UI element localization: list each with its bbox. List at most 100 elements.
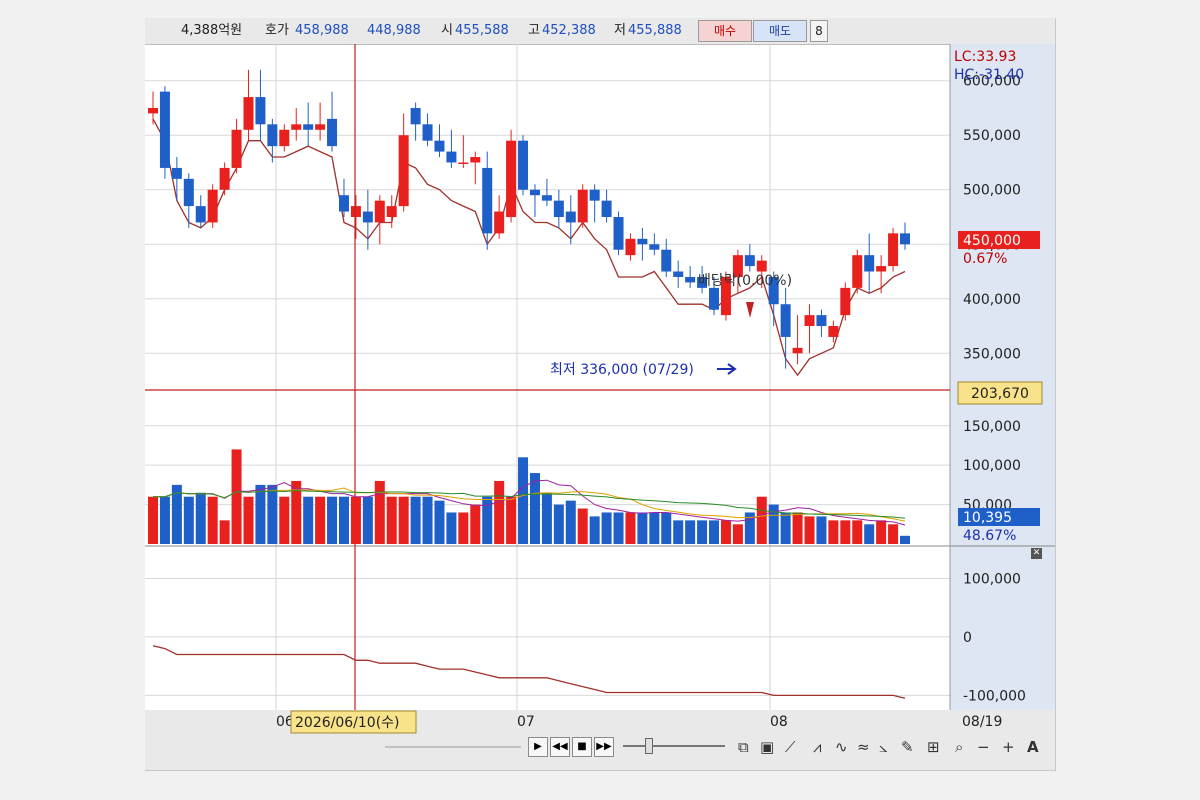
- indicator-tick-label: 100,000: [963, 571, 1021, 587]
- draw-line-icon[interactable]: ⟋: [785, 738, 796, 756]
- candle-body: [195, 206, 206, 223]
- fast-forward-button[interactable]: ▶▶: [594, 737, 614, 757]
- window-icon[interactable]: ▣: [760, 738, 774, 756]
- zoom-in-button[interactable]: +: [1002, 738, 1015, 756]
- indicator-line: [152, 645, 906, 699]
- candle-body: [744, 255, 755, 267]
- volume-bar: [780, 512, 791, 544]
- candle-body: [159, 91, 170, 168]
- volume-bar: [649, 512, 660, 544]
- candle-body: [398, 135, 409, 207]
- candle-body: [541, 195, 552, 201]
- candle-body: [828, 326, 839, 337]
- candle-body: [900, 233, 910, 245]
- pane-close-icon[interactable]: ✕: [1031, 548, 1042, 559]
- candle-body: [649, 244, 660, 250]
- candle-body: [362, 211, 373, 223]
- chart-icon[interactable]: ⊞: [927, 738, 940, 756]
- hc-label: HC:-31.40: [954, 67, 1024, 83]
- candle-body: [529, 189, 540, 196]
- stop-button[interactable]: ■: [572, 737, 592, 757]
- wave-icon[interactable]: ∿: [835, 738, 848, 756]
- volume-bar: [243, 496, 254, 544]
- chart-canvas: 600,000550,000500,000450,000400,000350,0…: [145, 44, 1055, 748]
- candle-body: [183, 178, 194, 207]
- candle-body: [374, 200, 385, 223]
- candle-body: [518, 140, 529, 190]
- volume-bar: [207, 496, 218, 544]
- candle-body: [219, 167, 230, 190]
- candle-body: [625, 238, 636, 256]
- layout-icon[interactable]: ⧉: [738, 738, 749, 756]
- wave2-icon[interactable]: ≈: [857, 738, 870, 756]
- volume-bar: [709, 520, 720, 544]
- candle-body: [279, 129, 290, 147]
- candle-body: [338, 195, 349, 212]
- volume-bar: [637, 512, 648, 544]
- candle-body: [446, 151, 457, 163]
- indicator-tick-label: -100,000: [963, 688, 1026, 704]
- volume-bar: [219, 520, 230, 544]
- candle-body: [792, 347, 803, 354]
- volume-bar: [685, 520, 696, 544]
- candle-body: [171, 167, 182, 179]
- volume-bar: [362, 496, 373, 544]
- volume-bar: [565, 500, 576, 544]
- volume-bar: [374, 480, 385, 544]
- volume-bar: [768, 504, 779, 544]
- candle-body: [756, 260, 767, 272]
- volume-bar: [446, 512, 457, 544]
- play-button[interactable]: ▶: [528, 737, 548, 757]
- volume-bar: [816, 516, 827, 544]
- auto-scale-button[interactable]: A: [1027, 738, 1039, 756]
- volume-bar: [864, 524, 875, 544]
- candle-body: [207, 189, 218, 223]
- price-tick-label: 550,000: [963, 128, 1021, 144]
- candle-body: [482, 167, 493, 234]
- price-tick-label: 400,000: [963, 292, 1021, 308]
- trend-icon[interactable]: ⩘: [813, 738, 821, 756]
- month-label-07: 07: [517, 714, 535, 730]
- volume-average-line: [153, 479, 906, 526]
- candle-body: [386, 206, 397, 217]
- volume-bar: [255, 484, 266, 544]
- candle-body: [458, 162, 469, 164]
- angle-icon[interactable]: ⦣: [879, 738, 888, 756]
- volume-bar: [720, 520, 731, 544]
- volume-bar: [613, 512, 624, 544]
- zoom-slider-handle[interactable]: [645, 738, 653, 754]
- month-label-08: 08: [770, 714, 788, 730]
- indicator-tick-label: 0: [963, 630, 972, 646]
- candle-body: [589, 189, 600, 201]
- candle-body: [565, 211, 576, 223]
- last-price-label: 450,000: [963, 233, 1021, 249]
- candle-body: [243, 97, 254, 130]
- candle-body: [709, 287, 720, 310]
- candle-body: [422, 124, 433, 141]
- volume-bar: [159, 496, 170, 544]
- volume-bar: [327, 496, 338, 544]
- crosshair-value-label: 203,670: [971, 386, 1029, 402]
- volume-tick-label: 150,000: [963, 419, 1021, 435]
- candle-body: [327, 118, 338, 147]
- volume-bar: [792, 512, 803, 544]
- rewind-button[interactable]: ◀◀: [550, 737, 570, 757]
- candle-body: [816, 315, 827, 327]
- volume-bar: [506, 496, 517, 544]
- volume-bar: [601, 512, 612, 544]
- zoom-out-button[interactable]: −: [977, 738, 990, 756]
- volume-bar: [398, 496, 409, 544]
- volume-bar: [804, 516, 815, 544]
- low-price-annotation: 최저 336,000 (07/29): [550, 362, 694, 378]
- volume-bar: [625, 512, 636, 544]
- pen-icon[interactable]: ✎: [901, 738, 914, 756]
- candle-body: [506, 140, 517, 217]
- chart-window: 4,388억원 호가 458,988 448,988 시 455,588 고 4…: [145, 18, 1056, 771]
- volume-bar: [422, 496, 433, 544]
- candle-body: [148, 107, 158, 114]
- candle-body: [661, 249, 672, 272]
- search-icon[interactable]: ⌕: [955, 738, 963, 756]
- zoom-slider[interactable]: [623, 745, 725, 747]
- candle-body: [780, 304, 791, 337]
- candle-body: [255, 97, 266, 125]
